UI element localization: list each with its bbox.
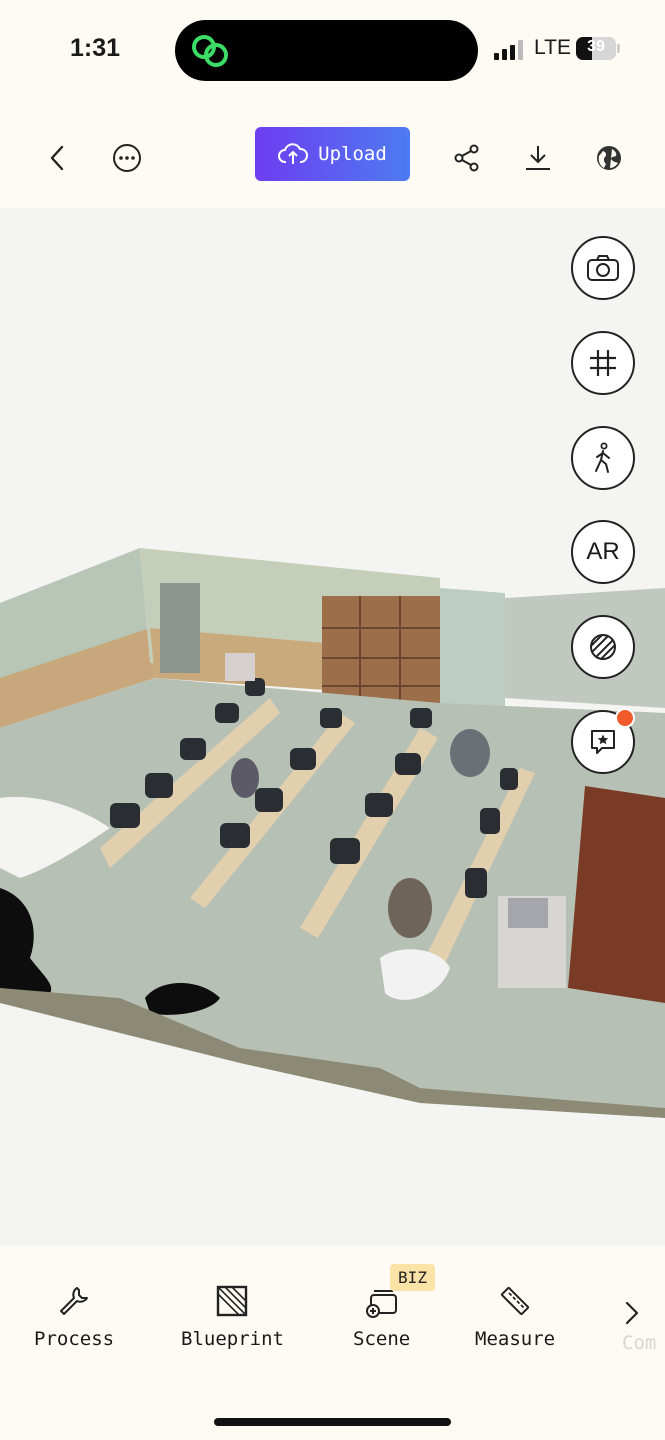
blueprint-icon [217, 1285, 248, 1317]
grid-icon [590, 350, 616, 376]
ruler-icon [501, 1286, 530, 1316]
screenshot-button[interactable] [571, 236, 635, 300]
tab-process[interactable]: Process [34, 1284, 114, 1350]
battery-icon: 39 [576, 37, 616, 60]
dynamic-island [175, 20, 478, 81]
tab-scene[interactable]: Scene [353, 1284, 410, 1350]
upload-button[interactable]: Upload [255, 127, 410, 181]
tab-blueprint-label: Blueprint [181, 1328, 284, 1350]
walkthrough-button[interactable] [571, 426, 635, 490]
battery-tip [617, 44, 620, 53]
tab-measure-label: Measure [475, 1328, 556, 1350]
wrench-icon [60, 1287, 89, 1315]
download-button[interactable] [516, 136, 560, 180]
link-app-icon [192, 35, 228, 67]
scan-viewport[interactable]: AR [0, 208, 665, 1246]
bottom-tab-bar: Process Blueprint Scene BIZ Measure Com [0, 1246, 665, 1440]
download-icon [526, 146, 550, 170]
home-indicator [214, 1418, 451, 1426]
globe-icon [597, 146, 621, 170]
upload-label: Upload [318, 143, 387, 165]
texture-toggle-button[interactable] [571, 615, 635, 679]
share-button[interactable] [445, 136, 489, 180]
walk-icon [595, 442, 610, 473]
chevron-left-icon [50, 145, 64, 171]
cloud-upload-icon [278, 143, 309, 164]
tab-process-label: Process [34, 1328, 115, 1350]
battery-level: 39 [587, 38, 605, 55]
room-scan-model[interactable] [0, 208, 665, 1246]
more-icon [113, 144, 141, 172]
tab-measure[interactable]: Measure [475, 1284, 555, 1350]
tab-blueprint[interactable]: Blueprint [181, 1284, 284, 1350]
tab-scene-label: Scene [353, 1328, 411, 1350]
status-time: 1:31 [70, 34, 121, 62]
texture-icon [590, 634, 616, 660]
camera-icon [587, 255, 619, 281]
grid-toggle-button[interactable] [571, 331, 635, 395]
notification-dot [615, 708, 635, 728]
more-options-button[interactable] [105, 136, 149, 180]
share-icon [454, 144, 479, 172]
annotation-icon [591, 730, 615, 754]
ar-label: AR [586, 538, 620, 565]
biz-badge: BIZ [390, 1264, 435, 1291]
annotations-button[interactable] [571, 708, 635, 774]
status-bar: 1:31 LTE 39 [0, 0, 665, 100]
top-toolbar: Upload [0, 110, 665, 206]
tab-next-partial-label: Com [622, 1332, 657, 1354]
back-button[interactable] [35, 136, 79, 180]
more-tabs-button[interactable] [624, 1300, 640, 1330]
network-type: LTE [534, 36, 571, 59]
chevron-right-icon [625, 1301, 639, 1325]
ar-button[interactable]: AR [571, 520, 635, 584]
signal-icon [494, 40, 523, 60]
publish-button[interactable] [587, 136, 631, 180]
